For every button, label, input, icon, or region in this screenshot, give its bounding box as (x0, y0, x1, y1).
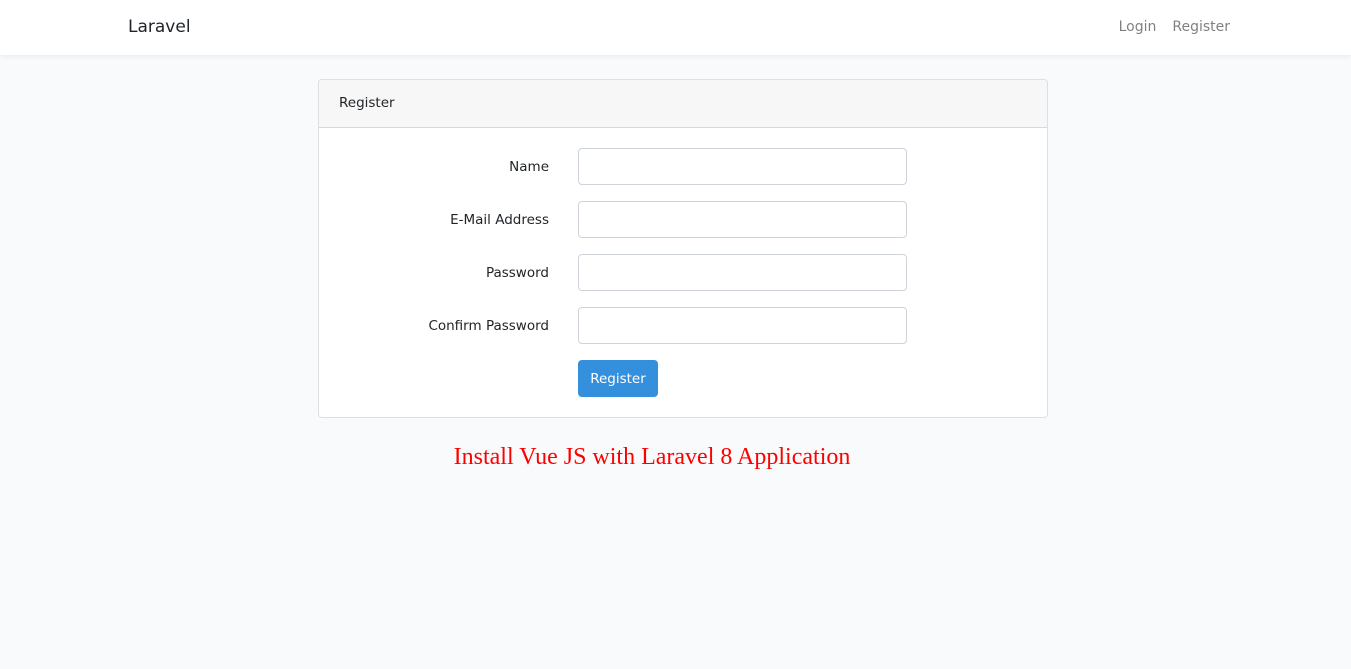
form-row-password: Password (319, 254, 1047, 292)
name-label: Name (509, 159, 549, 175)
form-row-email: E-Mail Address (319, 201, 1047, 239)
card-header: Register (319, 80, 1047, 128)
password-input[interactable] (578, 254, 907, 291)
nav-links: Login Register (1119, 18, 1230, 36)
confirm-password-input[interactable] (578, 307, 907, 344)
register-card: Register Name E-Mail Address Password Co… (318, 79, 1048, 418)
register-submit-button[interactable]: Register (578, 360, 658, 397)
top-navbar: Laravel Login Register (0, 0, 1351, 55)
confirm-password-label: Confirm Password (428, 318, 549, 334)
nav-login-link[interactable]: Login (1119, 18, 1157, 36)
email-label: E-Mail Address (450, 212, 549, 228)
caption-text: Install Vue JS with Laravel 8 Applicatio… (453, 444, 851, 470)
email-input[interactable] (578, 201, 907, 238)
password-label: Password (485, 265, 549, 281)
name-input[interactable] (578, 148, 907, 185)
nav-register-link[interactable]: Register (1172, 18, 1230, 36)
form-row-name: Name (319, 148, 1047, 186)
brand-link[interactable]: Laravel (128, 17, 191, 38)
form-row-confirm-password: Confirm Password (319, 307, 1047, 345)
